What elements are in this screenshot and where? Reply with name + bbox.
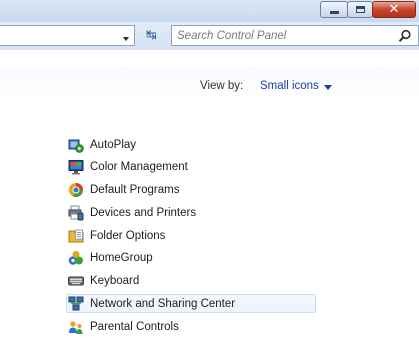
item-label: Folder Options	[90, 229, 166, 242]
address-bar[interactable]	[0, 25, 135, 46]
item-label: Default Programs	[90, 184, 180, 196]
parental-controls-icon	[69, 320, 83, 334]
item-keyboard[interactable]: Keyboard	[66, 272, 316, 291]
homegroup-icon	[68, 251, 83, 266]
default-programs-icon	[69, 183, 83, 197]
view-by-bar: View by: Small icons	[0, 67, 419, 103]
view-by-dropdown-arrow-icon[interactable]	[324, 85, 332, 90]
network-sharing-icon	[68, 296, 84, 311]
navigation-bar: ↹	[0, 22, 419, 51]
refresh-icon: ↹	[146, 28, 157, 43]
item-parental-controls[interactable]: Parental Controls	[66, 317, 316, 336]
item-autoplay[interactable]: AutoPlay	[66, 135, 316, 154]
window-title-bar: ✕	[0, 0, 419, 22]
color-management-icon	[68, 160, 84, 175]
item-folder-options[interactable]: Folder Options	[66, 226, 316, 245]
view-by-dropdown[interactable]: Small icons	[260, 80, 319, 92]
item-color-management[interactable]: Color Management	[66, 158, 316, 177]
item-label: Parental Controls	[90, 320, 179, 333]
item-label: Keyboard	[90, 275, 140, 287]
control-panel-content: View by: Small icons AutoPlay Color Mana…	[0, 50, 419, 334]
address-history-dropdown-icon[interactable]	[123, 37, 129, 41]
minimize-icon	[329, 11, 339, 14]
folder-options-icon	[68, 229, 84, 242]
item-label: Color Management	[90, 161, 188, 174]
devices-printers-icon	[68, 205, 84, 221]
maximize-button[interactable]	[347, 1, 373, 18]
item-network-and-sharing-center[interactable]: Network and Sharing Center	[66, 294, 316, 314]
minimize-button[interactable]	[320, 1, 348, 18]
autoplay-icon	[68, 139, 84, 153]
item-label: HomeGroup	[90, 252, 153, 265]
close-icon: ✕	[388, 2, 400, 17]
search-box[interactable]	[171, 25, 419, 46]
item-devices-and-printers[interactable]: Devices and Printers	[66, 203, 316, 222]
view-by-label: View by:	[200, 80, 244, 92]
item-label: Devices and Printers	[90, 206, 197, 219]
item-default-programs[interactable]: Default Programs	[66, 181, 316, 200]
maximize-icon	[355, 6, 365, 13]
item-label: AutoPlay	[90, 138, 137, 151]
refresh-button[interactable]: ↹	[138, 25, 165, 46]
close-button[interactable]: ✕	[372, 1, 416, 18]
window-controls: ✕	[320, 1, 416, 18]
item-label: Network and Sharing Center	[90, 297, 236, 310]
search-input[interactable]	[172, 26, 397, 45]
item-homegroup[interactable]: HomeGroup	[66, 249, 316, 268]
keyboard-icon	[68, 276, 84, 286]
search-icon[interactable]	[398, 29, 412, 43]
control-panel-items: AutoPlay Color Management Default Progra…	[66, 135, 316, 340]
